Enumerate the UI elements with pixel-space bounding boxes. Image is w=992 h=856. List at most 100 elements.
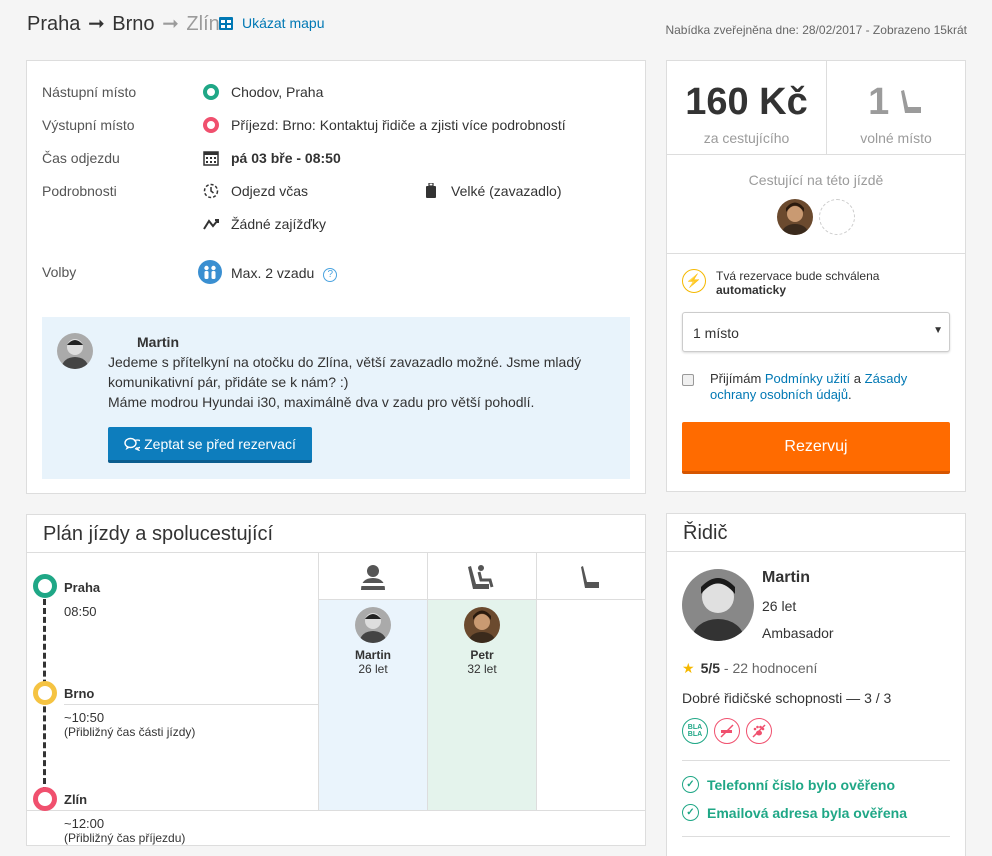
waypoint-stop-icon — [33, 681, 57, 705]
pickup-dot-icon — [202, 83, 220, 101]
options-label: Volby — [42, 264, 77, 280]
message-line: Jedeme s přítelkyní na otočku do Zlína, … — [108, 354, 582, 390]
arrow-icon: ➞ — [162, 13, 179, 35]
book-button[interactable]: Rezervuj — [682, 422, 950, 474]
passenger-avatar[interactable] — [777, 199, 813, 235]
dropoff-label: Výstupní místo — [42, 117, 135, 133]
ask-button-label: Zeptat se před rezervací — [144, 435, 296, 452]
start-stop-icon — [33, 574, 57, 598]
stop-name: Brno — [64, 686, 95, 701]
pickup-link[interactable]: Chodov, Praha — [231, 84, 323, 100]
phone-verified-text: Telefonní číslo bylo ověřeno — [707, 776, 895, 793]
stop-name: Praha — [64, 580, 101, 595]
ask-before-booking-button[interactable]: Zeptat se před rezervací — [108, 427, 312, 463]
driving-skills: Dobré řidičské schopnosti — 3 / 3 — [682, 690, 892, 706]
divider — [682, 760, 950, 761]
driver-message: Martin Jedeme s přítelkyní na otočku do … — [42, 317, 630, 479]
show-map-link[interactable]: Ukázat mapu — [218, 15, 324, 31]
driver-rating[interactable]: ★ 5/5 - 22 hodnocení — [682, 660, 817, 677]
price-label: za cestujícího — [703, 130, 790, 146]
clock-icon — [202, 182, 220, 200]
avatar — [464, 607, 500, 643]
options-text: Max. 2 vzadu — [231, 265, 315, 281]
passengers-title: Cestující na této jízdě — [748, 172, 884, 188]
avatar — [57, 333, 93, 369]
terms-text: Přijímám Podmínky užití a Zásady ochrany… — [710, 371, 950, 403]
empty-seat-slot — [819, 199, 855, 235]
phone-verified: ✓ Telefonní číslo bylo ověřeno — [682, 776, 895, 793]
passenger-column-header — [428, 553, 536, 600]
terms-of-use-link[interactable]: Podmínky užití — [765, 371, 850, 386]
check-icon: ✓ — [682, 776, 699, 793]
divider — [667, 253, 965, 254]
punctual-value: Odjezd včas — [231, 183, 309, 199]
route-via: Brno — [112, 13, 155, 35]
person-name: Petr — [470, 648, 494, 662]
divider — [667, 551, 965, 552]
passenger-card[interactable]: Petr 32 let — [428, 607, 536, 676]
terms-mid: a — [850, 371, 865, 386]
driver-level: Ambasador — [762, 625, 834, 641]
rating-score: 5/5 — [700, 660, 721, 676]
driver-avatar[interactable] — [682, 569, 754, 641]
stop-time: 08:50 — [64, 604, 97, 619]
seated-passenger-icon — [468, 564, 494, 589]
chattiness-icon: BLA BLA — [682, 718, 708, 744]
calendar-icon — [202, 149, 220, 167]
terms-checkbox[interactable] — [682, 374, 694, 386]
stop-time: ~12:00 — [64, 816, 105, 831]
driver-panel: Řidič Martin 26 let Ambasador ★ 5/5 - 22 … — [666, 513, 966, 856]
seat-select-value: 1 místo — [693, 325, 739, 341]
auto-line-bold: automaticky — [716, 283, 787, 297]
driver-column-header — [319, 553, 427, 600]
person-age: 32 let — [467, 662, 497, 676]
dropoff-link[interactable]: Příjezd: Brno: Kontaktuj řidiče a zjisti… — [231, 117, 566, 133]
no-smoking-icon — [714, 718, 740, 744]
booking-panel: 160 Kč za cestujícího 1 volné místo Cest… — [666, 60, 966, 492]
seat-count-select[interactable]: 1 místo ▼ — [682, 312, 950, 352]
email-verified: ✓ Emailová adresa byla ověřena — [682, 804, 907, 821]
divider — [682, 836, 950, 837]
route-title: Praha ➞ Brno ➞ Zlín — [27, 11, 220, 36]
driver-title: Řidič — [683, 522, 728, 544]
stop-note: (Přibližný čas části jízdy) — [64, 725, 196, 739]
two-people-icon — [198, 260, 222, 284]
chat-icon — [124, 437, 141, 451]
rating-count: - 22 hodnocení — [720, 660, 818, 676]
divider — [27, 810, 645, 811]
arrow-icon: ➞ — [87, 13, 105, 35]
departure-time-value: pá 03 bře - 08:50 — [231, 150, 341, 166]
empty-seat-column-header — [537, 553, 645, 600]
ride-details-panel: Nástupní místo Chodov, Praha Výstupní mí… — [26, 60, 646, 494]
email-verified-text: Emailová adresa byla ověřena — [707, 804, 907, 821]
seats-label: volné místo — [860, 130, 932, 146]
message-line: Máme modrou Hyundai i30, maximálně dva v… — [108, 394, 535, 410]
dropoff-dot-icon — [202, 116, 220, 134]
terms-post: . — [848, 387, 852, 402]
show-map-label: Ukázat mapu — [242, 15, 325, 31]
departure-time-label: Čas odjezdu — [42, 150, 120, 166]
price-value: 160 Kč — [685, 81, 808, 123]
stop-note: (Přibližný čas příjezdu) — [64, 831, 186, 845]
divider — [64, 704, 318, 705]
driver-card[interactable]: Martin 26 let — [319, 607, 427, 676]
auto-approval-text: Tvá rezervace bude schválena automaticky — [716, 269, 879, 297]
price-box: 160 Kč za cestujícího — [667, 61, 827, 155]
luggage-value: Velké (zavazadlo) — [451, 183, 562, 199]
seat-icon — [900, 90, 921, 113]
pickup-label: Nástupní místo — [42, 84, 137, 100]
detours-value: Žádné zajížďky — [231, 216, 326, 232]
steering-wheel-icon — [361, 564, 385, 590]
itinerary-title: Plán jízdy a spolucestující — [43, 523, 274, 545]
luggage-icon — [422, 182, 440, 200]
seats-available: 1 — [827, 81, 965, 124]
message-author: Martin — [137, 334, 179, 350]
driver-age: 26 let — [762, 598, 797, 614]
driver-preferences: BLA BLA — [682, 718, 772, 744]
divider — [667, 154, 965, 155]
stop-name: Zlín — [64, 792, 88, 807]
help-icon[interactable]: ? — [323, 268, 338, 282]
route-to: Zlín — [186, 13, 220, 35]
route-from: Praha — [27, 13, 81, 35]
lightning-icon: ⚡ — [682, 269, 706, 293]
